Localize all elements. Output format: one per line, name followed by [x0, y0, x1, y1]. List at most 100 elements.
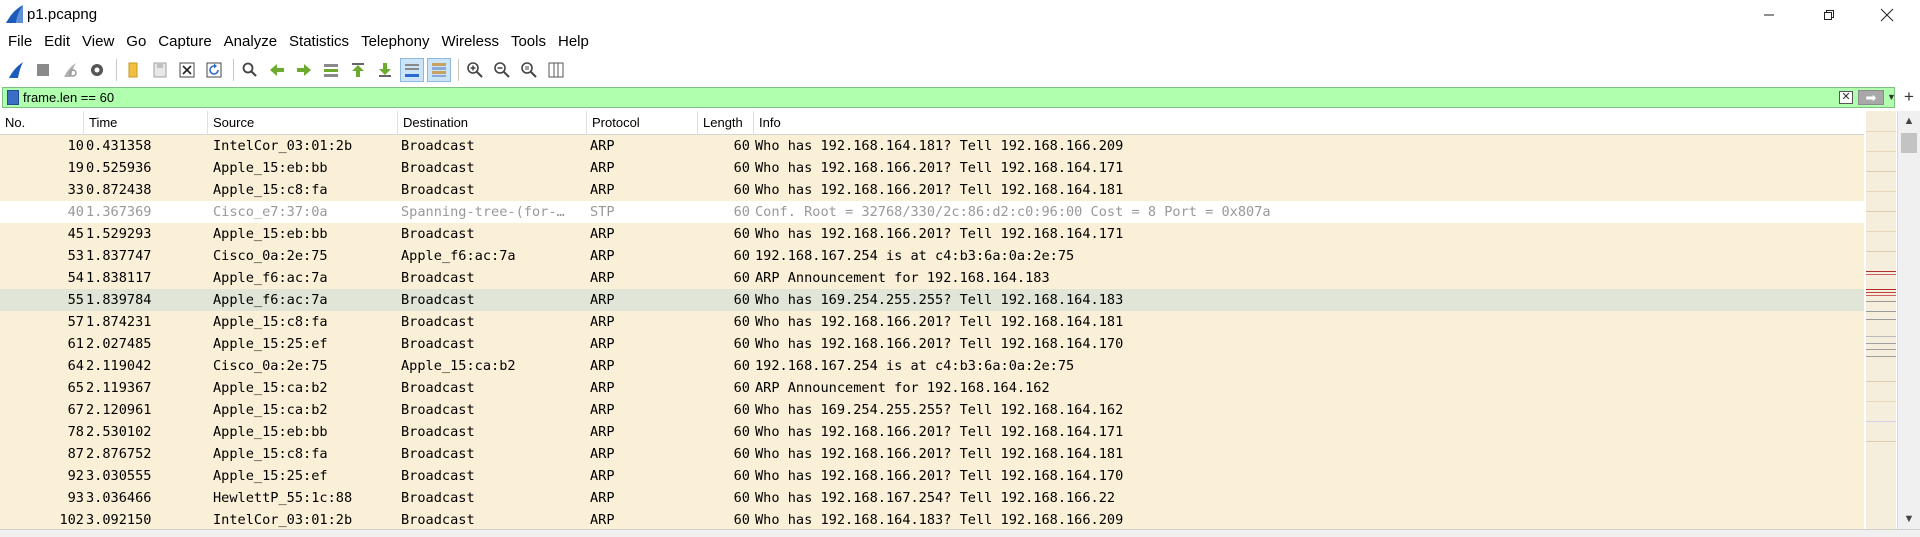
- resize-columns-button[interactable]: [544, 58, 568, 82]
- zoom-normal-icon: [521, 62, 537, 78]
- save-file-button[interactable]: [148, 58, 172, 82]
- menu-view[interactable]: View: [76, 30, 120, 54]
- cell-info: Who has 192.168.166.201? Tell 192.168.16…: [755, 336, 1124, 352]
- menu-file[interactable]: File: [0, 30, 38, 54]
- cell-proto: ARP: [590, 160, 615, 176]
- table-row[interactable]: 87 2.876752 Apple_15:c8:fa Broadcast ARP 60 Wh…: [0, 443, 1864, 465]
- table-row[interactable]: 92 3.030555 Apple_15:25:ef Broadcast ARP 60 Wh…: [0, 465, 1864, 487]
- menu-capture[interactable]: Capture: [152, 30, 217, 54]
- resize-columns-icon: [548, 62, 564, 78]
- clear-filter-button[interactable]: ✕: [1839, 91, 1853, 104]
- apply-filter-button[interactable]: ➡: [1858, 90, 1884, 105]
- packet-list-header: No. Time Source Destination Protocol Len…: [0, 111, 1864, 135]
- packet-minimap[interactable]: [1866, 111, 1896, 529]
- autoscroll-button[interactable]: [400, 58, 424, 82]
- cell-src: Apple_15:c8:fa: [213, 182, 328, 198]
- minimap-marker: [1866, 301, 1896, 302]
- menu-tools[interactable]: Tools: [505, 30, 552, 54]
- cell-time: 2.119042: [86, 358, 152, 374]
- close-file-button[interactable]: [175, 58, 199, 82]
- cell-src: Apple_15:c8:fa: [213, 314, 328, 330]
- zoom-in-button[interactable]: [463, 58, 487, 82]
- column-header-source[interactable]: Source: [208, 111, 398, 135]
- table-row[interactable]: 55 1.839784 Apple_f6:ac:7a Broadcast ARP 60 Wh…: [0, 289, 1864, 311]
- minimize-icon: [1764, 14, 1774, 16]
- menu-edit[interactable]: Edit: [38, 30, 76, 54]
- menu-wireless[interactable]: Wireless: [435, 30, 505, 54]
- cell-no: 10: [67, 138, 84, 154]
- column-header-time[interactable]: Time: [84, 111, 208, 135]
- scroll-down-button[interactable]: ▼: [1898, 510, 1920, 528]
- table-row[interactable]: 54 1.838117 Apple_f6:ac:7a Broadcast ARP 60 AR…: [0, 267, 1864, 289]
- cell-len: 60: [733, 512, 750, 528]
- cell-time: 3.092150: [86, 512, 152, 528]
- minimap-marker: [1866, 421, 1896, 422]
- scroll-up-button[interactable]: ▲: [1898, 112, 1920, 130]
- cell-no: 65: [67, 380, 84, 396]
- close-button[interactable]: [1858, 0, 1916, 30]
- table-row[interactable]: 67 2.120961 Apple_15:ca:b2 Broadcast ARP 60 Wh…: [0, 399, 1864, 421]
- table-row[interactable]: 61 2.027485 Apple_15:25:ef Broadcast ARP 60 Wh…: [0, 333, 1864, 355]
- go-back-button[interactable]: [265, 58, 289, 82]
- restore-button[interactable]: [1800, 0, 1858, 30]
- table-row[interactable]: 78 2.530102 Apple_15:eb:bb Broadcast ARP 60 Wh…: [0, 421, 1864, 443]
- restart-capture-button[interactable]: [58, 58, 82, 82]
- start-capture-button[interactable]: [4, 58, 28, 82]
- capture-options-button[interactable]: [85, 58, 109, 82]
- colorize-button[interactable]: [427, 58, 451, 82]
- zoom-out-icon: [494, 62, 510, 78]
- cell-len: 60: [733, 380, 750, 396]
- minimize-button[interactable]: [1740, 0, 1798, 30]
- window-title: p1.pcapng: [27, 6, 98, 23]
- table-row[interactable]: 53 1.837747 Cisco_0a:2e:75 Apple_f6:ac:7a AR…: [0, 245, 1864, 267]
- scrollbar-thumb[interactable]: [1901, 133, 1917, 153]
- cell-no: 92: [67, 468, 84, 484]
- table-row[interactable]: 93 3.036466 HewlettP_55:1c:88 Broadcast ARP 6…: [0, 487, 1864, 509]
- add-filter-button[interactable]: +: [1900, 87, 1918, 108]
- go-forward-button[interactable]: [292, 58, 316, 82]
- display-filter-input[interactable]: [23, 89, 1823, 106]
- vertical-scrollbar[interactable]: ▲ ▼: [1897, 111, 1920, 529]
- column-header-protocol[interactable]: Protocol: [587, 111, 698, 135]
- table-row[interactable]: 102 3.092150 IntelCor_03:01:2b Broadcast ARP…: [0, 509, 1864, 529]
- find-packet-button[interactable]: [238, 58, 262, 82]
- column-header-info[interactable]: Info: [754, 111, 1864, 135]
- go-to-packet-button[interactable]: [319, 58, 343, 82]
- last-packet-button[interactable]: [373, 58, 397, 82]
- menu-help[interactable]: Help: [552, 30, 595, 54]
- table-row[interactable]: 19 0.525936 Apple_15:eb:bb Broadcast ARP 60 Wh…: [0, 157, 1864, 179]
- cell-no: 45: [67, 226, 84, 242]
- pane-splitter[interactable]: [0, 529, 1920, 537]
- open-file-button[interactable]: [121, 58, 145, 82]
- zoom-in-icon: [467, 62, 483, 78]
- column-header-no[interactable]: No.: [0, 111, 84, 135]
- menu-statistics[interactable]: Statistics: [283, 30, 355, 54]
- plus-icon: +: [1904, 87, 1914, 106]
- first-packet-button[interactable]: [346, 58, 370, 82]
- column-header-destination[interactable]: Destination: [398, 111, 587, 135]
- table-row[interactable]: 57 1.874231 Apple_15:c8:fa Broadcast ARP 60 Wh…: [0, 311, 1864, 333]
- table-row[interactable]: 33 0.872438 Apple_15:c8:fa Broadcast ARP 60 Wh…: [0, 179, 1864, 201]
- menu-go[interactable]: Go: [120, 30, 152, 54]
- cell-time: 2.119367: [86, 380, 152, 396]
- close-file-icon: [179, 62, 195, 78]
- filter-history-dropdown[interactable]: ▼: [1887, 90, 1896, 105]
- column-header-length[interactable]: Length: [698, 111, 754, 135]
- filter-bookmark-icon[interactable]: [7, 90, 19, 105]
- table-row[interactable]: 45 1.529293 Apple_15:eb:bb Broadcast ARP 60 Wh…: [0, 223, 1864, 245]
- zoom-normal-button[interactable]: [517, 58, 541, 82]
- cell-info: ARP Announcement for 192.168.164.162: [755, 380, 1050, 396]
- menu-analyze[interactable]: Analyze: [218, 30, 283, 54]
- wireshark-window: p1.pcapng File Edit View Go Capture Anal…: [0, 0, 1920, 537]
- table-row[interactable]: 65 2.119367 Apple_15:ca:b2 Broadcast ARP 60 AR…: [0, 377, 1864, 399]
- zoom-out-button[interactable]: [490, 58, 514, 82]
- cell-len: 60: [733, 204, 750, 220]
- table-row[interactable]: 40 1.367369 Cisco_e7:37:0a Spanning-tree-(f…: [0, 201, 1864, 223]
- cell-dst: Broadcast: [401, 446, 475, 462]
- menu-telephony[interactable]: Telephony: [355, 30, 435, 54]
- table-row[interactable]: 64 2.119042 Cisco_0a:2e:75 Apple_15:ca:b2 AR…: [0, 355, 1864, 377]
- reload-button[interactable]: [202, 58, 226, 82]
- table-row[interactable]: 10 0.431358 IntelCor_03:01:2b Broadcast ARP 6…: [0, 135, 1864, 157]
- cell-proto: ARP: [590, 138, 615, 154]
- stop-capture-button[interactable]: [31, 58, 55, 82]
